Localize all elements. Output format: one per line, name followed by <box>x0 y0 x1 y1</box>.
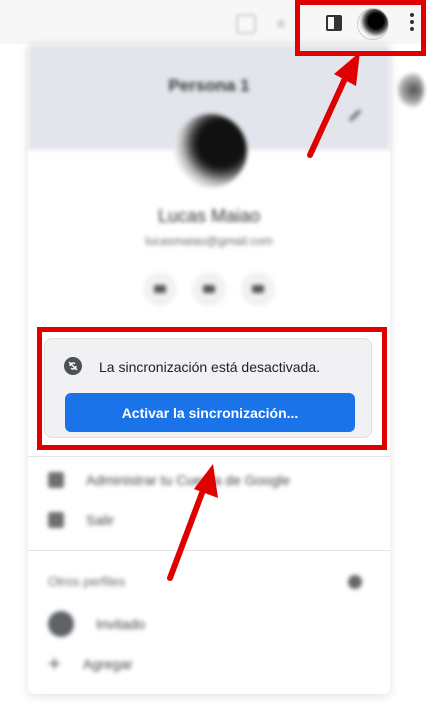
arrow-head <box>194 464 218 498</box>
arrow-up <box>167 482 208 581</box>
arrow-up-right <box>307 69 351 158</box>
arrow-head <box>334 52 360 86</box>
annotation-arrows <box>167 52 360 581</box>
